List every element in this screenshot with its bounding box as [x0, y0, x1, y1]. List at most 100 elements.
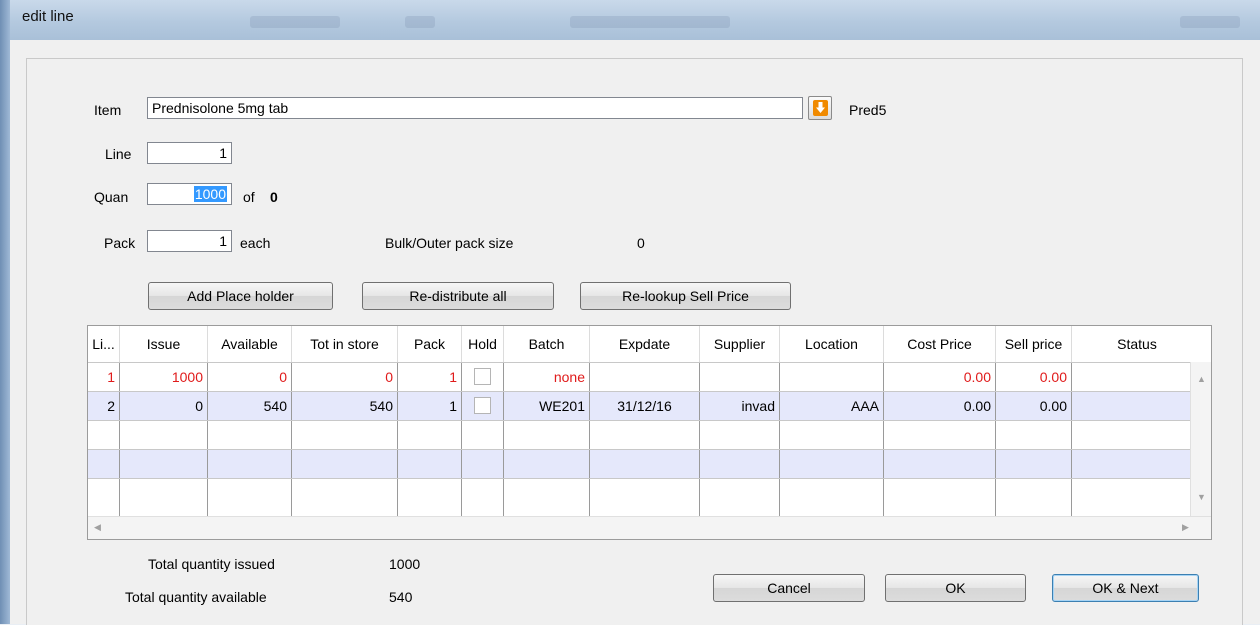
- empty-cell[interactable]: [120, 421, 208, 449]
- empty-cell[interactable]: [292, 479, 398, 519]
- cell-line[interactable]: 2: [88, 392, 120, 420]
- title-bar[interactable]: edit line: [10, 0, 1260, 40]
- cell-status[interactable]: [1072, 363, 1202, 391]
- empty-cell[interactable]: [398, 479, 462, 519]
- ok-button[interactable]: OK: [885, 574, 1026, 602]
- empty-cell[interactable]: [88, 421, 120, 449]
- scroll-up-icon[interactable]: ▲: [1197, 374, 1206, 384]
- col-header-hold[interactable]: Hold: [462, 326, 504, 362]
- empty-cell[interactable]: [504, 479, 590, 519]
- empty-cell[interactable]: [884, 479, 996, 519]
- cell-location[interactable]: AAA: [780, 392, 884, 420]
- cell-sell-price[interactable]: 0.00: [996, 363, 1072, 391]
- empty-cell[interactable]: [996, 421, 1072, 449]
- cell-tot-in-store[interactable]: 540: [292, 392, 398, 420]
- empty-cell[interactable]: [88, 479, 120, 519]
- col-header-location[interactable]: Location: [780, 326, 884, 362]
- table-row-empty[interactable]: [88, 449, 1202, 478]
- cancel-button[interactable]: Cancel: [713, 574, 865, 602]
- col-header-issue[interactable]: Issue: [120, 326, 208, 362]
- empty-cell[interactable]: [462, 479, 504, 519]
- cell-issue[interactable]: 0: [120, 392, 208, 420]
- cell-supplier[interactable]: invad: [700, 392, 780, 420]
- hold-checkbox[interactable]: [474, 397, 491, 414]
- empty-cell[interactable]: [208, 450, 292, 478]
- horizontal-scrollbar[interactable]: ◀ ▶: [88, 516, 1211, 539]
- empty-cell[interactable]: [590, 479, 700, 519]
- col-header-tot-in-store[interactable]: Tot in store: [292, 326, 398, 362]
- cell-cost-price[interactable]: 0.00: [884, 392, 996, 420]
- scroll-left-icon[interactable]: ◀: [94, 522, 101, 533]
- cell-location[interactable]: [780, 363, 884, 391]
- cell-batch[interactable]: WE201: [504, 392, 590, 420]
- empty-cell[interactable]: [462, 450, 504, 478]
- batch-table[interactable]: Li... Issue Available Tot in store Pack …: [87, 325, 1212, 540]
- item-lookup-button[interactable]: [808, 96, 832, 120]
- relookup-sell-price-button[interactable]: Re-lookup Sell Price: [580, 282, 791, 310]
- cell-supplier[interactable]: [700, 363, 780, 391]
- table-row[interactable]: 2 0 540 540 1 WE201 31/12/16 invad AAA 0…: [88, 391, 1202, 420]
- empty-cell[interactable]: [780, 421, 884, 449]
- col-header-cost-price[interactable]: Cost Price: [884, 326, 996, 362]
- empty-cell[interactable]: [398, 450, 462, 478]
- empty-cell[interactable]: [292, 450, 398, 478]
- empty-cell[interactable]: [884, 421, 996, 449]
- scroll-down-icon[interactable]: ▼: [1197, 492, 1206, 502]
- cell-pack[interactable]: 1: [398, 392, 462, 420]
- empty-cell[interactable]: [700, 421, 780, 449]
- table-row[interactable]: 1 1000 0 0 1 none 0.00 0.00: [88, 362, 1202, 391]
- empty-cell[interactable]: [208, 421, 292, 449]
- empty-cell[interactable]: [292, 421, 398, 449]
- col-header-pack[interactable]: Pack: [398, 326, 462, 362]
- scroll-right-icon[interactable]: ▶: [1182, 522, 1189, 533]
- empty-cell[interactable]: [462, 421, 504, 449]
- cell-available[interactable]: 0: [208, 363, 292, 391]
- empty-cell[interactable]: [590, 421, 700, 449]
- cell-cost-price[interactable]: 0.00: [884, 363, 996, 391]
- cell-issue[interactable]: 1000: [120, 363, 208, 391]
- add-placeholder-button[interactable]: Add Place holder: [148, 282, 333, 310]
- cell-tot-in-store[interactable]: 0: [292, 363, 398, 391]
- empty-cell[interactable]: [504, 450, 590, 478]
- title-bar-background-ghost: [250, 16, 340, 28]
- empty-cell[interactable]: [780, 479, 884, 519]
- cell-pack[interactable]: 1: [398, 363, 462, 391]
- empty-cell[interactable]: [120, 479, 208, 519]
- empty-cell[interactable]: [208, 479, 292, 519]
- cell-expdate[interactable]: 31/12/16: [590, 392, 700, 420]
- hold-checkbox[interactable]: [474, 368, 491, 385]
- col-header-supplier[interactable]: Supplier: [700, 326, 780, 362]
- table-row-empty[interactable]: [88, 420, 1202, 449]
- cell-status[interactable]: [1072, 392, 1202, 420]
- cell-batch[interactable]: none: [504, 363, 590, 391]
- empty-cell[interactable]: [700, 479, 780, 519]
- table-row-empty[interactable]: [88, 478, 1202, 519]
- empty-cell[interactable]: [884, 450, 996, 478]
- ok-next-button[interactable]: OK & Next: [1052, 574, 1199, 602]
- line-field[interactable]: 1: [147, 142, 232, 164]
- empty-cell[interactable]: [120, 450, 208, 478]
- empty-cell[interactable]: [590, 450, 700, 478]
- quan-field[interactable]: 1000: [147, 183, 232, 205]
- cell-expdate[interactable]: [590, 363, 700, 391]
- empty-cell[interactable]: [398, 421, 462, 449]
- empty-cell[interactable]: [996, 450, 1072, 478]
- empty-cell[interactable]: [996, 479, 1072, 519]
- item-field[interactable]: Prednisolone 5mg tab: [147, 97, 803, 119]
- col-header-available[interactable]: Available: [208, 326, 292, 362]
- col-header-line[interactable]: Li...: [88, 326, 120, 362]
- empty-cell[interactable]: [504, 421, 590, 449]
- col-header-expdate[interactable]: Expdate: [590, 326, 700, 362]
- empty-cell[interactable]: [88, 450, 120, 478]
- col-header-status[interactable]: Status: [1072, 326, 1202, 362]
- cell-available[interactable]: 540: [208, 392, 292, 420]
- empty-cell[interactable]: [700, 450, 780, 478]
- pack-field[interactable]: 1: [147, 230, 232, 252]
- vertical-scrollbar[interactable]: ▲ ▼: [1190, 362, 1211, 517]
- redistribute-all-button[interactable]: Re-distribute all: [362, 282, 554, 310]
- cell-line[interactable]: 1: [88, 363, 120, 391]
- col-header-batch[interactable]: Batch: [504, 326, 590, 362]
- col-header-sell-price[interactable]: Sell price: [996, 326, 1072, 362]
- cell-sell-price[interactable]: 0.00: [996, 392, 1072, 420]
- empty-cell[interactable]: [780, 450, 884, 478]
